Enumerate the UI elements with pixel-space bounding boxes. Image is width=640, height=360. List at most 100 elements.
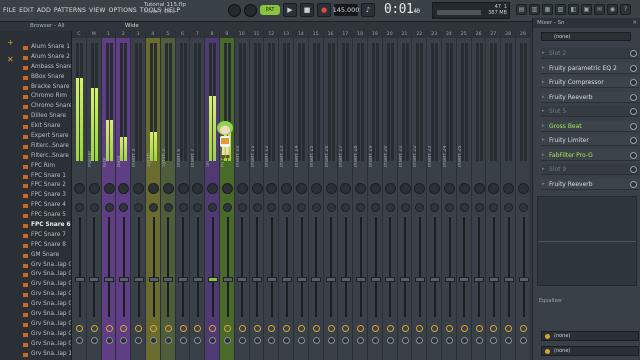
browser-item[interactable]: GM Snare — [22, 251, 71, 261]
volume-fader[interactable] — [222, 277, 233, 282]
pan-knob[interactable] — [148, 183, 159, 194]
record-arm-icon[interactable] — [446, 337, 453, 344]
input-select[interactable]: (none) — [541, 32, 631, 41]
pan-knob[interactable] — [325, 183, 337, 194]
mixer-track[interactable]: 20 Insert 20 — [382, 31, 398, 360]
mixer-track[interactable]: 13 Insert 13 — [279, 31, 294, 360]
record-arm-icon[interactable] — [268, 337, 276, 344]
browser-icon[interactable]: ▣ — [581, 4, 592, 15]
record-arm-icon[interactable] — [179, 337, 187, 344]
browser-item[interactable]: Grv Sna..lap 07 — [22, 320, 71, 330]
volume-fader[interactable] — [488, 277, 499, 282]
pan-knob[interactable] — [266, 183, 278, 194]
mixer-track[interactable]: 8 Sn — [205, 31, 220, 360]
record-arm-icon[interactable] — [283, 337, 291, 344]
record-arm-icon[interactable] — [76, 337, 83, 344]
volume-fader[interactable] — [340, 277, 351, 282]
mixer-track[interactable]: 10 Insert 10 — [234, 31, 250, 360]
stereo-separation-knob[interactable] — [208, 203, 218, 212]
volume-fader[interactable] — [163, 277, 174, 282]
stereo-separation-knob[interactable] — [223, 203, 232, 212]
browser-item[interactable]: Grv Sna..lap 05 — [22, 300, 71, 310]
mixer-track[interactable]: 1 Kick — [101, 31, 117, 360]
pan-knob[interactable] — [370, 183, 381, 194]
record-arm-icon[interactable] — [312, 337, 320, 344]
slot-enable-toggle[interactable] — [630, 166, 637, 173]
slot-enable-toggle[interactable] — [630, 108, 637, 115]
pan-knob[interactable] — [340, 183, 352, 194]
stereo-separation-knob[interactable] — [519, 203, 528, 212]
route-icon[interactable] — [401, 325, 409, 332]
record-arm-icon[interactable] — [209, 337, 217, 344]
route-icon[interactable] — [520, 325, 527, 332]
stereo-separation-knob[interactable] — [282, 203, 292, 212]
slot-enable-toggle[interactable] — [630, 122, 637, 130]
browser-item[interactable]: Grv Sna..lap 06 — [22, 310, 71, 320]
effect-slot[interactable]: ▸ Fruity Limiter — [541, 135, 639, 146]
volume-fader[interactable] — [148, 277, 159, 282]
playlist-icon[interactable]: ▤ — [516, 4, 527, 15]
mixer-track[interactable]: 2 Bass — [116, 31, 132, 360]
route-icon[interactable] — [135, 325, 143, 332]
volume-fader[interactable] — [400, 277, 411, 282]
route-icon[interactable] — [224, 325, 231, 332]
slot-enable-toggle[interactable] — [630, 151, 637, 159]
effect-slot[interactable]: ▸ Gross Beat — [541, 120, 639, 132]
volume-fader[interactable] — [355, 277, 366, 282]
stereo-separation-knob[interactable] — [445, 203, 454, 212]
stereo-separation-knob[interactable] — [252, 203, 262, 212]
mixer-track[interactable]: 29 — [516, 31, 531, 360]
help-icon[interactable]: ? — [620, 4, 631, 15]
volume-fader[interactable] — [503, 277, 514, 282]
browser-item[interactable]: Grv Sna..lap 02 — [22, 270, 71, 280]
stereo-separation-knob[interactable] — [489, 203, 499, 212]
stereo-separation-knob[interactable] — [356, 203, 366, 212]
pan-knob[interactable] — [296, 183, 307, 194]
volume-fader[interactable] — [252, 277, 263, 282]
mixer-icon[interactable]: ▧ — [555, 4, 566, 15]
stop-button[interactable]: ■ — [300, 3, 314, 17]
volume-fader[interactable] — [385, 277, 396, 282]
record-arm-icon[interactable] — [416, 337, 424, 344]
output-select-2[interactable]: (none) — [541, 346, 639, 356]
record-arm-icon[interactable] — [238, 337, 246, 344]
pattern-song-toggle[interactable]: PAT — [260, 5, 280, 15]
browser-item[interactable]: Grv Sna..lap 04 — [22, 290, 71, 300]
pan-knob[interactable] — [458, 183, 470, 194]
mixer-track[interactable]: M Master — [86, 31, 102, 360]
record-arm-icon[interactable] — [150, 337, 157, 344]
volume-fader[interactable] — [89, 277, 100, 282]
browser-item[interactable]: Grv Sna..lap 09 — [22, 340, 71, 350]
effect-slot[interactable]: ▸ FabFilter Pro-G — [541, 149, 639, 161]
pan-knob[interactable] — [488, 183, 500, 194]
pan-knob[interactable] — [236, 183, 248, 194]
volume-fader[interactable] — [133, 277, 144, 282]
volume-fader[interactable] — [326, 277, 337, 282]
master-volume-knob[interactable] — [228, 3, 241, 17]
mixer-track[interactable]: 19 Insert 19 — [368, 31, 383, 360]
record-arm-icon[interactable] — [520, 337, 527, 344]
mixer-view-label[interactable]: Wide — [125, 22, 139, 31]
pan-knob[interactable] — [133, 183, 145, 194]
record-arm-icon[interactable] — [401, 337, 409, 344]
mixer-track[interactable]: C — [72, 31, 87, 360]
menu-item-view[interactable]: VIEW — [89, 7, 106, 14]
pan-knob[interactable] — [88, 183, 100, 194]
mixer-track[interactable]: 18 Insert 18 — [353, 31, 368, 360]
browser-item[interactable]: FPC Snare 1 — [22, 172, 71, 182]
stereo-separation-knob[interactable] — [341, 203, 351, 212]
stereo-separation-knob[interactable] — [297, 203, 306, 212]
mixer-track[interactable]: 6 Insert 6 — [175, 31, 191, 360]
volume-fader[interactable] — [518, 277, 529, 282]
pan-knob[interactable] — [384, 183, 396, 194]
pan-knob[interactable] — [162, 183, 174, 194]
record-arm-icon[interactable] — [253, 337, 261, 344]
mixer-track[interactable]: 17 Insert 17 — [338, 31, 354, 360]
menu-item-file[interactable]: FILE — [3, 7, 16, 14]
slot-enable-toggle[interactable] — [630, 64, 637, 72]
mixer-track[interactable]: 16 Insert 16 — [323, 31, 339, 360]
volume-fader[interactable] — [192, 277, 203, 282]
info-icon[interactable]: ✉ — [594, 4, 605, 15]
volume-fader[interactable] — [296, 277, 307, 282]
slot-enable-toggle[interactable] — [630, 79, 637, 86]
